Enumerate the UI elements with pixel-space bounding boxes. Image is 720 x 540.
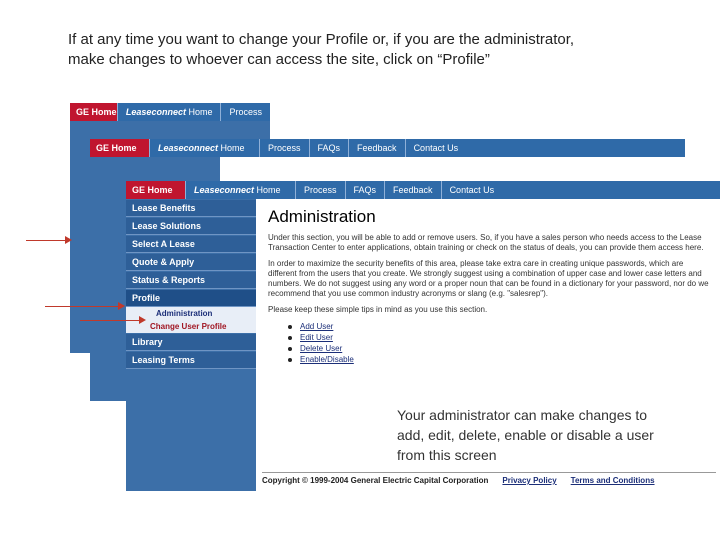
pointer-arrow-1 (26, 236, 72, 244)
pointer-arrow-2 (45, 302, 125, 310)
add-user-link[interactable]: Add User (288, 321, 714, 332)
delete-user-link[interactable]: Delete User (288, 343, 714, 354)
contact-us-tab[interactable]: Contact Us (442, 181, 720, 199)
sidebar-item-quote-apply[interactable]: Quote & Apply (126, 254, 256, 271)
caption-line-2: make changes to whoever can access the s… (68, 51, 490, 68)
page-footer: Copyright © 1999-2004 General Electric C… (262, 472, 716, 485)
annotation-line-1: Your administrator can make changes to (397, 407, 648, 423)
process-tab[interactable]: Process (221, 103, 270, 121)
annotation-line-2: add, edit, delete, enable or disable a u… (397, 427, 654, 443)
edit-user-link[interactable]: Edit User (288, 332, 714, 343)
page-title: Administration (268, 207, 376, 226)
security-paragraph: In order to maximize the security benefi… (268, 259, 709, 298)
copyright-text: Copyright © 1999-2004 General Electric C… (262, 476, 489, 485)
top-nav: GE Home Leaseconnect Home Process FAQs F… (90, 139, 685, 157)
sidebar: Lease Benefits Lease Solutions Select A … (126, 199, 256, 491)
leaseconnect-home-tab[interactable]: Leaseconnect Home (186, 181, 296, 199)
ge-home-tab[interactable]: GE Home (70, 103, 118, 121)
ge-home-tab[interactable]: GE Home (90, 139, 150, 157)
enable-disable-link[interactable]: Enable/Disable (288, 354, 714, 365)
ge-home-tab[interactable]: GE Home (126, 181, 186, 199)
tips-paragraph: Please keep these simple tips in mind as… (268, 305, 488, 314)
top-nav: GE Home Leaseconnect Home Process (70, 103, 270, 121)
sidebar-item-leasing-terms[interactable]: Leasing Terms (126, 352, 256, 369)
pointer-arrow-3 (80, 316, 146, 324)
sidebar-item-library[interactable]: Library (126, 334, 256, 351)
feedback-tab[interactable]: Feedback (385, 181, 442, 199)
sidebar-item-profile[interactable]: Profile (126, 290, 256, 307)
sidebar-item-lease-benefits[interactable]: Lease Benefits (126, 200, 256, 217)
sidebar-item-select-a-lease[interactable]: Select A Lease (126, 236, 256, 253)
feedback-tab[interactable]: Feedback (349, 139, 406, 157)
terms-link[interactable]: Terms and Conditions (571, 476, 655, 485)
process-tab[interactable]: Process (296, 181, 346, 199)
contact-us-tab[interactable]: Contact Us (406, 139, 685, 157)
sidebar-item-lease-solutions[interactable]: Lease Solutions (126, 218, 256, 235)
caption-line-1: If at any time you want to change your P… (68, 31, 575, 48)
process-tab[interactable]: Process (260, 139, 310, 157)
sidebar-item-status-reports[interactable]: Status & Reports (126, 272, 256, 289)
intro-paragraph: Under this section, you will be able to … (268, 233, 704, 252)
privacy-policy-link[interactable]: Privacy Policy (502, 476, 556, 485)
top-nav: GE Home Leaseconnect Home Process FAQs F… (126, 181, 720, 199)
leaseconnect-home-tab[interactable]: Leaseconnect Home (150, 139, 260, 157)
leaseconnect-home-tab[interactable]: Leaseconnect Home (118, 103, 222, 121)
faqs-tab[interactable]: FAQs (346, 181, 386, 199)
annotation-line-3: from this screen (397, 447, 497, 463)
annotation-callout: Your administrator can make changes to a… (397, 405, 697, 465)
slide-caption: If at any time you want to change your P… (68, 30, 708, 70)
admin-links: Add User Edit User Delete User Enable/Di… (288, 321, 714, 365)
faqs-tab[interactable]: FAQs (310, 139, 350, 157)
